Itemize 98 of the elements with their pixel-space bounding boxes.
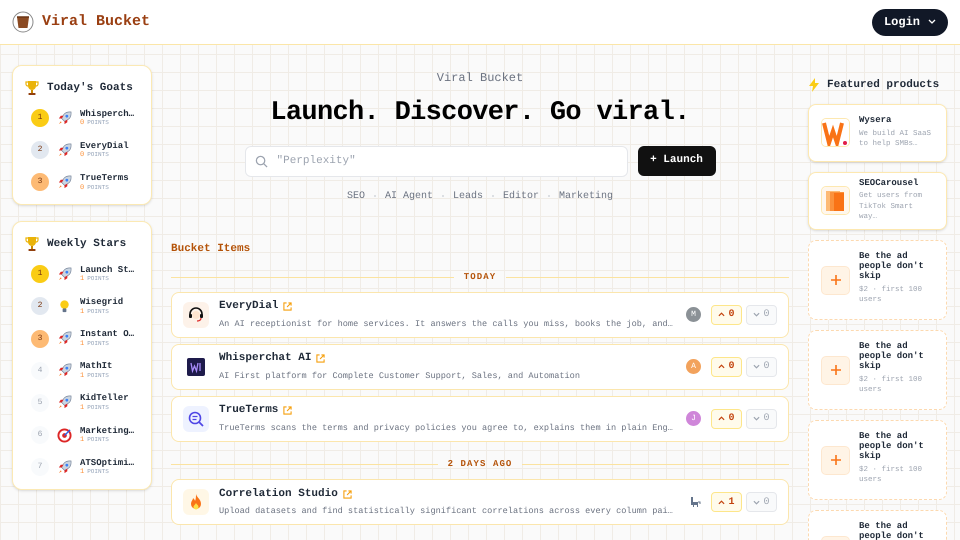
external-link-icon [283,406,292,416]
rocket-icon [57,142,72,158]
trophy-icon [25,80,39,96]
rank-badge: 1 [31,109,49,128]
product-name[interactable]: MathIt [80,361,112,372]
bucket-logo-icon[interactable] [12,11,34,33]
upvote-button[interactable]: 0 [711,304,742,324]
featured-title[interactable]: Be the ad people don't skip [859,250,934,282]
rocket-icon [57,331,72,346]
maker-avatar: M [686,307,701,322]
product-name[interactable]: EveryDial [80,140,129,152]
rank-badge: 2 [31,297,49,316]
product-name[interactable]: Instant O… [80,328,134,340]
featured-title[interactable]: Wysera [859,115,934,126]
external-link-icon [342,490,352,499]
upvote-button[interactable]: 0 [711,356,742,376]
card-title: Weekly Stars [47,237,126,252]
launch-button[interactable]: + Launch [638,146,716,176]
card-title: Today's Goats [47,81,133,96]
rocket-icon [57,110,72,126]
hero-eyebrow: Viral Bucket [436,70,524,87]
upvote-button[interactable]: 1 [711,492,742,512]
rank-badge: 5 [31,394,49,412]
product-name[interactable]: ATSOptimi… [80,458,134,468]
lightning-icon [808,78,820,92]
product-description: AI First platform for Complete Customer Support, Sales, and Automation [219,370,581,383]
product-card[interactable]: Correlation Studio Upload datasets and find statistically significant correlations across every column pai… 1 0 [171,479,789,525]
chevron-up-icon [718,416,726,421]
chevron-down-icon [753,500,760,504]
product-name[interactable]: TrueTerms [219,402,278,419]
chevron-up-icon [718,364,726,369]
rank-badge: 3 [31,330,49,348]
product-name[interactable]: TrueTerms [80,172,129,184]
product-name[interactable]: Marketing… [80,426,134,436]
featured-title[interactable]: Be the ad people don't skip [859,430,934,462]
rank-badge: 4 [31,362,49,380]
rocket-icon [57,363,72,378]
product-name[interactable]: Whisperchat AI [219,350,312,367]
ad-slot-card[interactable]: Be the ad people don't [808,510,947,540]
maker-avatar: J [686,411,701,426]
external-link-icon [316,354,326,364]
maker-avatar: A [686,359,701,374]
rocket-icon [57,266,72,282]
llama-icon [689,496,701,508]
login-button[interactable]: Login [872,8,948,36]
chevron-up-icon [718,500,726,504]
product-card[interactable]: Whisperchat AI AI First platform for Complete Customer Support, Sales, and Automation A 0 0 [171,344,789,390]
chevron-down-icon [753,364,760,369]
tag-link[interactable]: Marketing [559,188,614,204]
featured-title[interactable]: Be the ad people don't [859,520,934,540]
product-card[interactable]: EveryDial An AI receptionist for home services. It answers the calls you miss, books the job, and… M 0 0 [171,292,789,338]
rank-badge: 1 [31,265,49,284]
rocket-icon [57,395,72,410]
square-logo-icon [186,356,206,376]
rank-badge: 6 [31,426,49,444]
rank-badge: 7 [31,458,49,476]
external-link-icon [283,302,292,312]
product-name[interactable]: Whisperch… [80,108,134,120]
product-description: TrueTerms scans the terms and privacy policies you agree to, explains them in plain Eng… [219,422,674,435]
chevron-down-icon [753,312,760,317]
featured-title[interactable]: Be the ad people don't skip [859,340,934,372]
trophy-icon [25,236,39,252]
brand-name[interactable]: Viral Bucket [42,10,150,34]
rocket-icon [57,460,72,475]
search-field[interactable]: "Perplexity" [244,146,628,176]
product-description: An AI receptionist for home services. It answers the calls you miss, books the job, and… [219,318,674,331]
product-description: Upload datasets and find statistically significant correlations across every column pai… [219,505,674,518]
tag-link[interactable]: AI Agent [384,188,433,204]
tag-link[interactable]: Editor [503,188,540,204]
featured-title[interactable]: SEOCarousel [859,178,934,188]
tag-link[interactable]: SEO [346,188,365,204]
rank-badge: 2 [31,141,49,160]
plus-icon [830,364,842,376]
rank-badge: 3 [31,173,49,192]
hero-headline: Launch. Discover. Go viral. [269,97,691,130]
letter-w-logo-icon [822,119,849,146]
chevron-up-icon [718,312,726,317]
rocket-icon [57,174,72,190]
product-name[interactable]: KidTeller [80,393,129,404]
headset-icon [186,304,206,324]
product-card[interactable]: TrueTerms TrueTerms scans the terms and privacy policies you agree to, explains them in plain Eng… J 0 0 [171,396,789,442]
chevron-down-icon [928,19,936,25]
chevron-down-icon [753,416,760,421]
magnifier-icon [186,408,206,428]
product-name[interactable]: EveryDial [219,298,278,315]
group-label: 2 DAYS AGO [448,458,512,470]
tag-link[interactable]: Leads [452,188,483,204]
product-name[interactable]: Correlation Studio [219,486,338,502]
section-title: Bucket Items [171,242,252,256]
plus-icon [830,274,842,286]
plus-icon [830,454,842,466]
product-name[interactable]: Wisegrid [80,296,124,308]
product-name[interactable]: Launch St… [80,264,134,276]
target-icon [57,428,72,443]
upvote-button[interactable]: 0 [711,408,742,428]
stacked-cards-icon [822,187,849,214]
section-title: Featured products [827,78,940,93]
group-label: TODAY [464,271,496,284]
